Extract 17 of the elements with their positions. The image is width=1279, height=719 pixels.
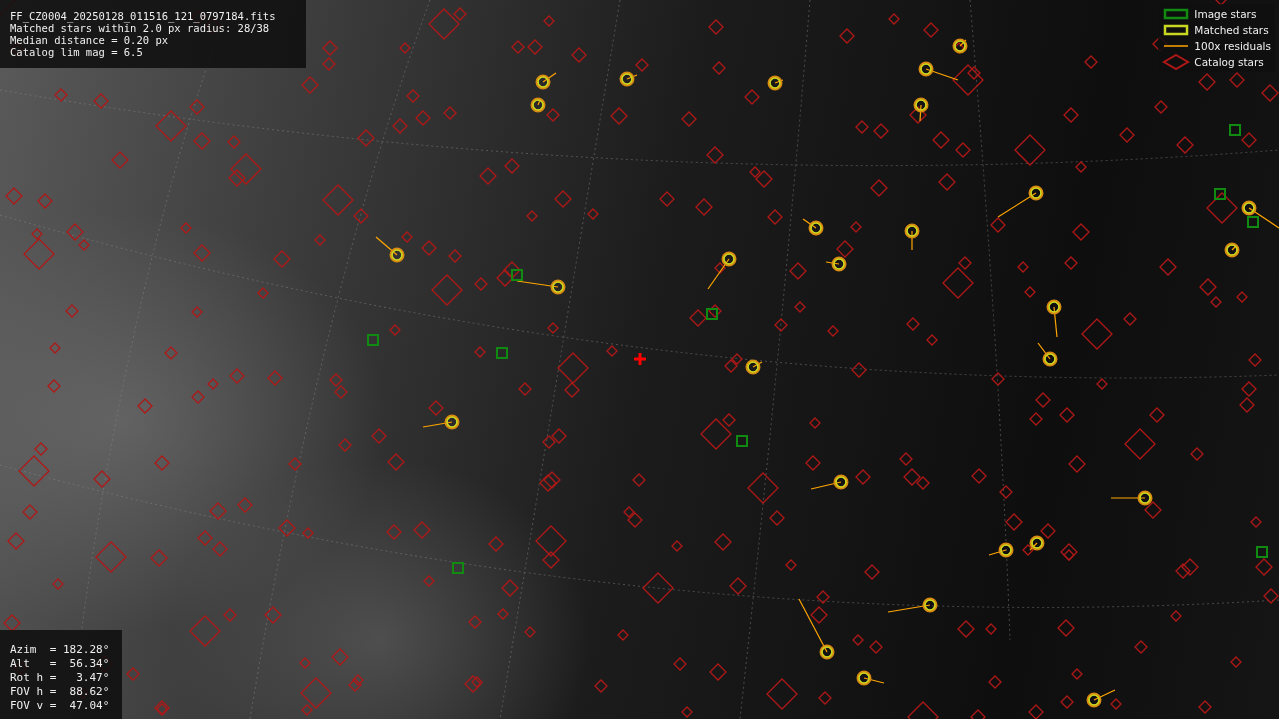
- image-marker-icon: [1162, 6, 1191, 22]
- info-text: Median distance = 0.20 px: [10, 34, 170, 46]
- pointing-text: Rot h = 3.47°: [10, 671, 111, 685]
- info-text: FF_CZ0004_20250128_011516_121_0797184.fits: [10, 10, 277, 22]
- pointing-text: FOV v = 47.04°: [10, 699, 111, 713]
- legend-label: Catalog stars: [1194, 56, 1264, 68]
- info-text: Matched stars within 2.0 px radius: 28/38: [10, 22, 270, 34]
- pointing-text: Alt = 56.34°: [10, 657, 111, 671]
- legend-label: 100x residuals: [1194, 40, 1271, 52]
- residual-marker-icon: [1164, 45, 1189, 47]
- legend-label: Matched stars: [1194, 24, 1269, 36]
- matched-marker-icon: [1162, 22, 1191, 38]
- catalog-marker-icon: [1162, 54, 1191, 70]
- pointing-text: Azim = 182.28°: [10, 643, 111, 657]
- pointing-text: FOV h = 88.62°: [10, 685, 111, 699]
- info-text: Catalog lim mag = 6.5: [10, 46, 144, 58]
- legend-label: Image stars: [1194, 8, 1257, 20]
